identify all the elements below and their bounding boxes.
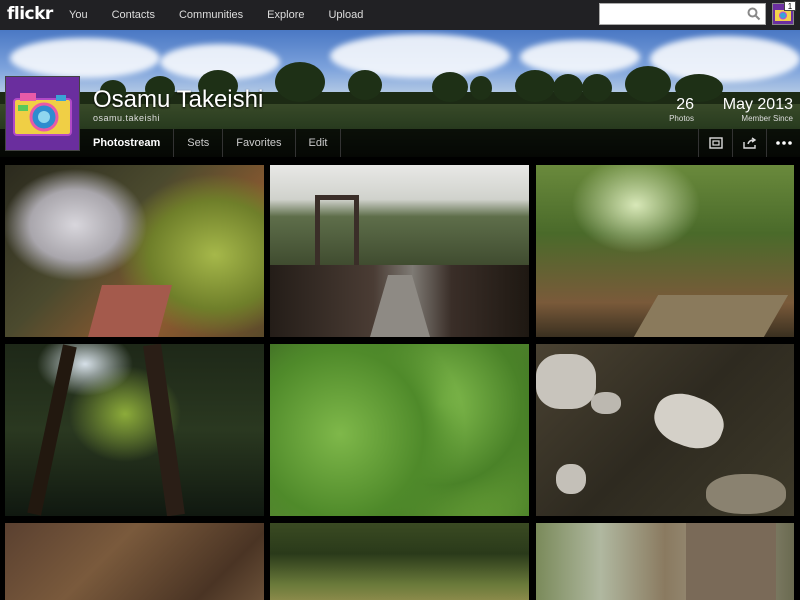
photo-thumbnail[interactable] xyxy=(536,344,794,516)
tab-favorites[interactable]: Favorites xyxy=(223,129,296,157)
search-box xyxy=(599,3,766,25)
search-icon[interactable] xyxy=(747,7,761,21)
profile-name: Osamu Takeishi xyxy=(93,86,264,113)
profile-subnav: Photostream Sets Favorites Edit xyxy=(0,129,800,157)
nav-you[interactable]: You xyxy=(57,0,100,30)
member-since-stat: May 2013 Member Since xyxy=(720,96,793,123)
photo-thumbnail[interactable] xyxy=(270,523,529,600)
photo-thumbnail[interactable] xyxy=(536,523,794,600)
photo-thumbnail[interactable] xyxy=(5,165,264,337)
photo-thumbnail[interactable] xyxy=(270,165,529,337)
more-button[interactable] xyxy=(766,129,800,157)
nav-communities[interactable]: Communities xyxy=(167,0,255,30)
nav-upload[interactable]: Upload xyxy=(316,0,375,30)
slideshow-button[interactable] xyxy=(698,129,732,157)
photostream-grid xyxy=(0,157,800,600)
tab-edit[interactable]: Edit xyxy=(296,129,342,157)
main-nav: You Contacts Communities Explore Upload xyxy=(57,0,375,30)
profile-handle: osamu.takeishi xyxy=(93,113,161,123)
member-since-label: Member Since xyxy=(741,114,793,123)
search-input[interactable] xyxy=(600,4,740,24)
top-navigation-bar: flickr You Contacts Communities Explore … xyxy=(0,0,800,30)
photo-thumbnail[interactable] xyxy=(536,165,794,337)
profile-avatar[interactable] xyxy=(5,76,80,151)
tab-sets[interactable]: Sets xyxy=(174,129,224,157)
photo-thumbnail[interactable] xyxy=(270,344,529,516)
photos-count: 26 xyxy=(676,96,694,113)
photo-thumbnail[interactable] xyxy=(5,523,264,600)
slideshow-icon xyxy=(708,137,723,149)
more-icon xyxy=(775,141,792,145)
share-icon xyxy=(742,137,756,149)
nav-contacts[interactable]: Contacts xyxy=(100,0,167,30)
nav-explore[interactable]: Explore xyxy=(255,0,316,30)
photo-thumbnail[interactable] xyxy=(5,344,264,516)
photos-count-stat[interactable]: 26 Photos xyxy=(660,96,694,123)
member-since-date: May 2013 xyxy=(722,96,793,113)
notification-badge[interactable]: 1 xyxy=(784,1,796,11)
tab-photostream[interactable]: Photostream xyxy=(80,129,175,157)
camera-avatar-icon xyxy=(13,93,72,136)
photos-label: Photos xyxy=(669,114,694,123)
share-button[interactable] xyxy=(732,129,766,157)
flickr-logo[interactable]: flickr xyxy=(7,4,53,24)
